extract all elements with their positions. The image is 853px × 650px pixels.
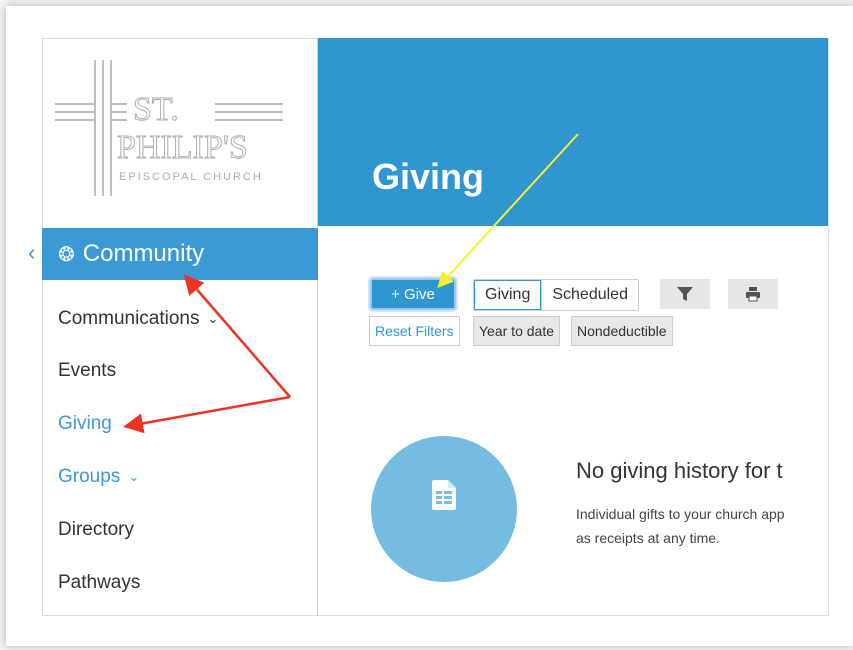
logo-line1: ST.	[133, 91, 179, 128]
church-logo[interactable]: ST. PHILIP'S EPISCOPAL CHURCH	[55, 58, 285, 198]
logo-line3: EPISCOPAL CHURCH	[119, 171, 263, 183]
community-section[interactable]: ❂ Community	[42, 228, 318, 280]
page-header-banner: Giving	[318, 38, 828, 226]
sidebar-item-directory[interactable]: Directory	[58, 519, 134, 541]
reset-filters-button[interactable]: Reset Filters	[369, 316, 460, 346]
view-toggle: Giving Scheduled	[473, 279, 639, 311]
community-label: Community	[82, 240, 205, 267]
print-button[interactable]	[728, 279, 778, 309]
sidebar-item-label: Pathways	[58, 572, 141, 593]
tab-scheduled[interactable]: Scheduled	[541, 280, 638, 310]
filter-chip-nondeductible[interactable]: Nondeductible	[571, 316, 673, 346]
give-button[interactable]: + Give	[368, 276, 458, 312]
empty-state-desc-line: Individual gifts to your church app	[576, 506, 785, 522]
sidebar-item-events[interactable]: Events	[58, 360, 116, 382]
filter-button[interactable]	[660, 279, 710, 309]
document-icon	[432, 480, 456, 510]
empty-state-description: Individual gifts to your church app as r…	[576, 502, 785, 550]
chevron-down-icon: ⌄	[207, 311, 219, 326]
main-content: Giving + Give Giving Scheduled Reset Fil…	[318, 38, 829, 616]
sidebar-item-label: Communications	[58, 308, 200, 329]
chevron-down-icon: ⌄	[128, 469, 140, 484]
page-title: Giving	[372, 156, 485, 197]
filter-chip-year-to-date[interactable]: Year to date	[473, 316, 560, 346]
sidebar-item-groups[interactable]: Groups ⌄	[58, 466, 139, 488]
tab-giving[interactable]: Giving	[474, 280, 542, 310]
sidebar-item-label: Directory	[58, 519, 135, 540]
sidebar-item-label: Groups	[58, 466, 121, 487]
empty-state-title: No giving history for t	[576, 458, 783, 483]
print-icon	[746, 287, 760, 302]
back-chevron-icon[interactable]: ‹	[28, 240, 35, 266]
filter-icon	[677, 287, 693, 301]
sidebar-item-pathways[interactable]: Pathways	[58, 572, 140, 594]
sidebar-item-label: Events	[58, 360, 117, 381]
sidebar-item-label: Giving	[58, 413, 112, 434]
logo-line2: PHILIP'S	[117, 129, 248, 166]
empty-state-desc-line: as receipts at any time.	[576, 530, 720, 546]
sidebar-item-communications[interactable]: Communications ⌄	[58, 308, 218, 330]
sidebar-item-giving[interactable]: Giving	[58, 413, 112, 435]
community-icon: ❂	[58, 243, 75, 266]
